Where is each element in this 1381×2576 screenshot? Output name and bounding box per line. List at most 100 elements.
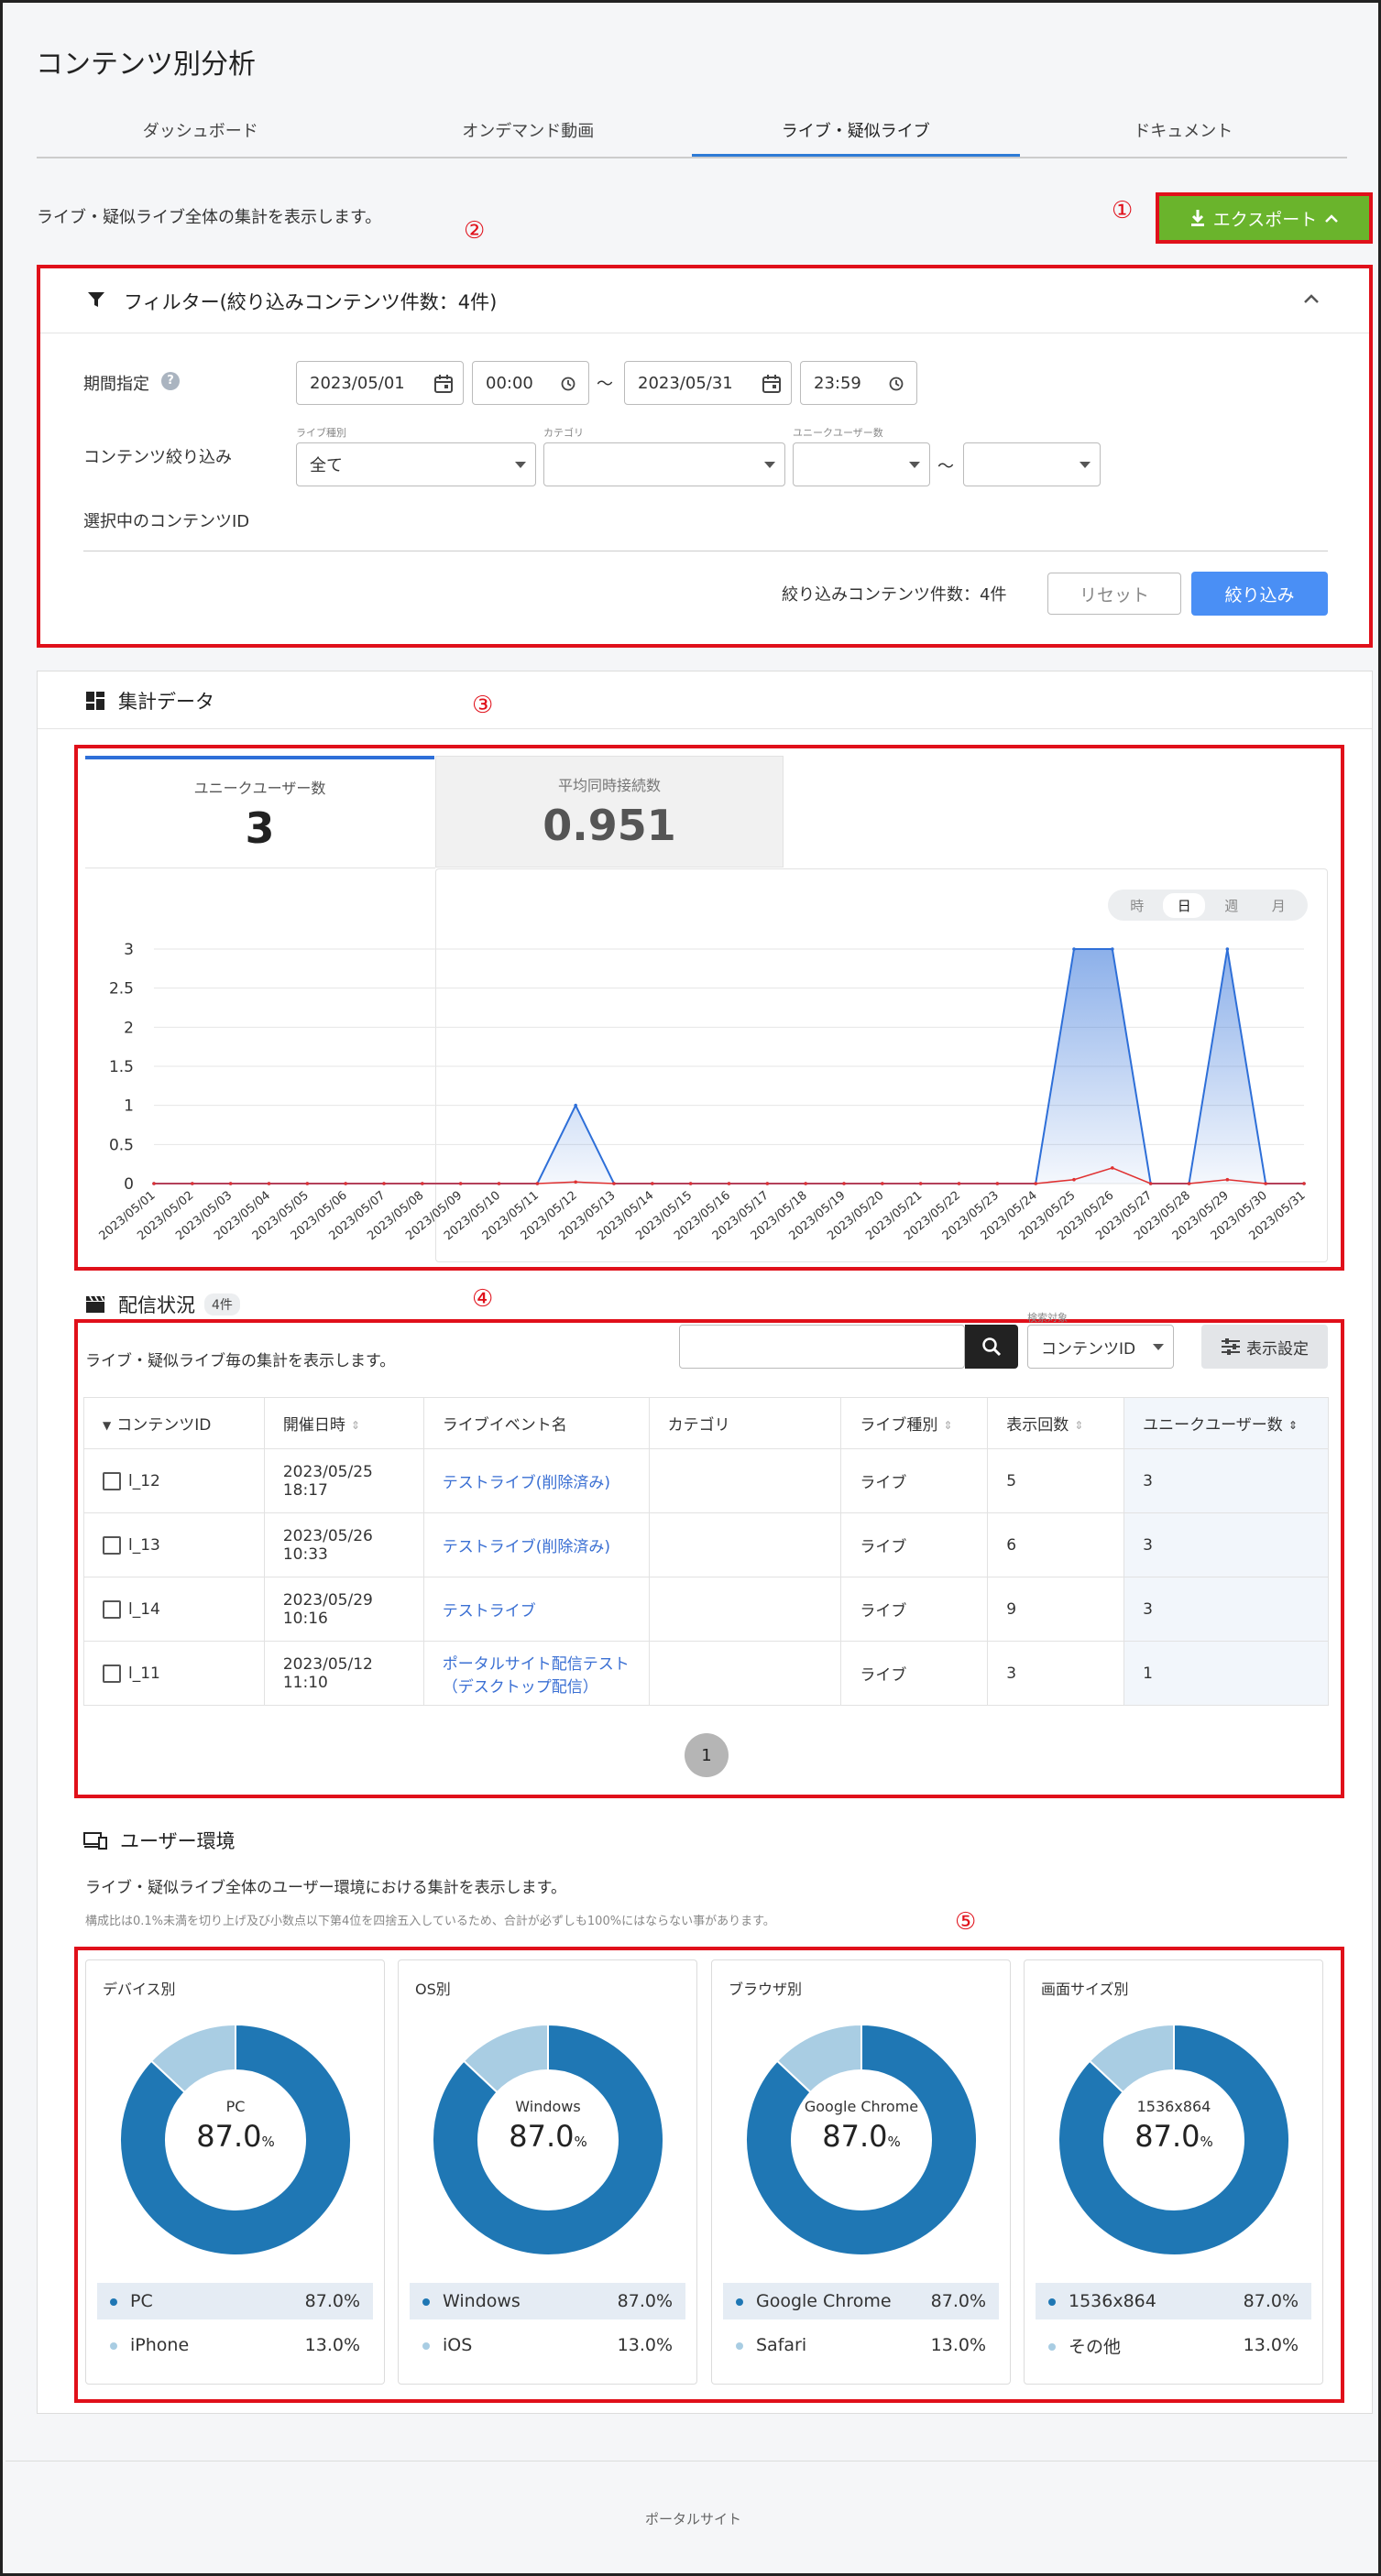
- row-checkbox[interactable]: [103, 1535, 121, 1555]
- reset-button[interactable]: リセット: [1047, 573, 1181, 615]
- col-category[interactable]: カテゴリ: [648, 1397, 842, 1449]
- event-link[interactable]: ポータルサイト配信テスト（デスクトップ配信）: [443, 1655, 630, 1697]
- calendar-icon[interactable]: [433, 374, 454, 394]
- cell-category: [648, 1577, 842, 1642]
- collapse-chevron-icon[interactable]: [1302, 292, 1321, 305]
- donut-center: 1536x864 87.0%: [1058, 2098, 1289, 2154]
- cell-unique-users: 1: [1123, 1641, 1329, 1706]
- search-text[interactable]: [680, 1326, 909, 1366]
- donut-center-label: Google Chrome: [804, 2098, 919, 2115]
- export-button[interactable]: エクスポート: [1156, 192, 1373, 244]
- data-point: [421, 1182, 424, 1185]
- data-point: [458, 1182, 463, 1185]
- sort-icon: ⇕: [1074, 1419, 1084, 1432]
- y-tick-label: 1.5: [109, 1058, 134, 1076]
- chart-x-ticks: 2023/05/012023/05/022023/05/032023/05/04…: [97, 1189, 1309, 1244]
- table-header-row: ▼ コンテンツID 開催日時 ⇕ ライブイベント名 カテゴリ ライブ種別 ⇕ 表示回数…: [83, 1397, 1329, 1449]
- data-point: [152, 1182, 156, 1185]
- delivery-header: 配信状況 4件: [85, 1291, 240, 1318]
- footer-link[interactable]: ポータルサイト: [645, 2511, 741, 2527]
- annotation-5: ⑤: [955, 1908, 977, 1936]
- tab-live[interactable]: ライブ・疑似ライブ: [692, 111, 1020, 157]
- y-tick-label: 1: [124, 1097, 134, 1116]
- legend-item: PC 87.0%: [97, 2283, 373, 2319]
- row-checkbox[interactable]: [103, 1664, 121, 1683]
- donut-center-value: 87.0: [822, 2119, 888, 2154]
- table-row: l_13 2023/05/26 10:33 テストライブ(削除済み) ライブ 6 3: [83, 1512, 1329, 1577]
- cell-date: 2023/05/25 18:17: [263, 1448, 424, 1513]
- unique-users-max-select[interactable]: [963, 442, 1101, 486]
- donut-center: Google Chrome 87.0%: [746, 2098, 977, 2154]
- data-point: [765, 1182, 770, 1185]
- pagination-page-1[interactable]: 1: [685, 1733, 729, 1777]
- cell-unique-users: 3: [1123, 1577, 1329, 1642]
- legend-value: 87.0%: [930, 2291, 986, 2311]
- sort-icon: ⇕: [350, 1419, 360, 1432]
- donut-center-label: PC: [225, 2098, 246, 2115]
- display-settings-button[interactable]: 表示設定: [1201, 1325, 1328, 1369]
- data-point: [1187, 1182, 1191, 1185]
- apply-filter-button[interactable]: 絞り込み: [1191, 572, 1328, 616]
- data-point: [804, 1182, 807, 1185]
- help-icon[interactable]: ?: [161, 372, 180, 390]
- y-tick-label: 0.5: [109, 1136, 134, 1154]
- row-checkbox[interactable]: [103, 1599, 121, 1619]
- cell-content-id: l_13: [83, 1512, 265, 1577]
- filtered-count-text: 絞り込みコンテンツ件数：4件: [782, 585, 1007, 605]
- event-link[interactable]: テストライブ(削除済み): [443, 1474, 610, 1492]
- event-link[interactable]: テストライブ: [443, 1602, 536, 1621]
- kpi-tab-unique-users[interactable]: ユニークユーザー数 3: [85, 756, 434, 868]
- category-caption: カテゴリ: [543, 427, 584, 439]
- granularity-month[interactable]: 月: [1257, 893, 1299, 918]
- data-point: [1225, 947, 1230, 951]
- download-icon: [1190, 210, 1204, 226]
- end-date-value: 2023/05/31: [638, 373, 733, 393]
- end-time-field[interactable]: 23:59: [800, 361, 917, 405]
- calendar-icon[interactable]: [762, 374, 782, 394]
- data-point: [267, 1182, 271, 1185]
- summary-title: 集計データ: [118, 691, 214, 713]
- granularity-day[interactable]: 日: [1163, 892, 1206, 918]
- donut-title: ブラウザ別: [729, 1981, 803, 1998]
- tab-dashboard[interactable]: ダッシュボード: [37, 111, 365, 157]
- granularity-week[interactable]: 週: [1211, 893, 1253, 918]
- tab-on-demand[interactable]: オンデマンド動画: [365, 111, 693, 157]
- col-event-name[interactable]: ライブイベント名: [422, 1397, 650, 1449]
- category-select[interactable]: [543, 442, 785, 486]
- col-views[interactable]: 表示回数 ⇕: [987, 1397, 1125, 1449]
- unique-users-min-select[interactable]: [793, 442, 930, 486]
- search-button[interactable]: [965, 1325, 1018, 1369]
- filter-icon: [88, 292, 104, 307]
- end-date-field[interactable]: 2023/05/31: [624, 361, 792, 405]
- donut-center: PC 87.0%: [120, 2098, 351, 2154]
- live-type-caption: ライブ種別: [296, 427, 346, 439]
- chart-y-ticks: 0 0.5 1 1.5 2 2.5 3: [109, 941, 134, 1194]
- granularity-toggle: 時 日 週 月: [1108, 890, 1308, 921]
- col-unique-users[interactable]: ユニークユーザー数 ⇕: [1123, 1397, 1329, 1449]
- row-checkbox[interactable]: [103, 1471, 121, 1490]
- live-type-select[interactable]: 全て: [296, 442, 536, 486]
- start-time-field[interactable]: 00:00: [472, 361, 589, 405]
- annotation-4: ④: [472, 1285, 494, 1313]
- cell-category: [648, 1641, 842, 1706]
- search-input[interactable]: [679, 1325, 965, 1369]
- granularity-hour[interactable]: 時: [1116, 893, 1158, 918]
- start-date-field[interactable]: 2023/05/01: [296, 361, 464, 405]
- data-point: [191, 1182, 194, 1185]
- delivery-count-badge: 4件: [204, 1293, 240, 1315]
- cell-live-type: ライブ: [840, 1512, 989, 1577]
- col-live-type[interactable]: ライブ種別 ⇕: [840, 1397, 989, 1449]
- clock-icon[interactable]: [889, 377, 904, 391]
- legend-value: 13.0%: [617, 2335, 673, 2355]
- col-date[interactable]: 開催日時 ⇕: [263, 1397, 424, 1449]
- data-point: [344, 1182, 347, 1185]
- kpi-tab-avg-concurrent[interactable]: 平均同時接続数 0.951: [435, 756, 784, 868]
- clock-icon[interactable]: [561, 377, 575, 391]
- cell-event-name: テストライブ: [422, 1577, 650, 1642]
- donut-center-value: 87.0: [196, 2119, 262, 2154]
- delivery-title: 配信状況: [118, 1294, 195, 1316]
- event-link[interactable]: テストライブ(削除済み): [443, 1538, 610, 1556]
- tab-document[interactable]: ドキュメント: [1020, 111, 1348, 157]
- col-content-id[interactable]: ▼ コンテンツID: [83, 1397, 265, 1449]
- search-target-select[interactable]: コンテンツID: [1027, 1325, 1174, 1369]
